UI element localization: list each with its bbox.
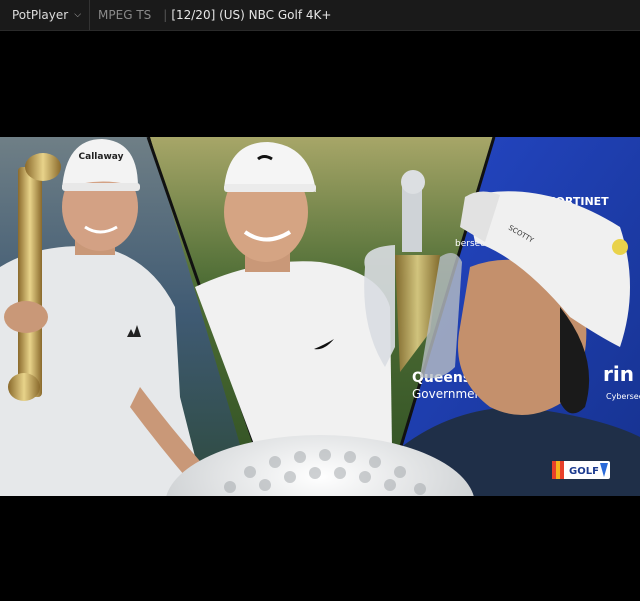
svg-text:Callaway: Callaway — [79, 152, 124, 162]
video-frame[interactable]: Callaway FORTINET bersecu Queensland Gov… — [0, 137, 640, 496]
title-bar: PotPlayer ⌵ MPEG TS | [12/20] (US) NBC G… — [0, 0, 640, 31]
format-label: MPEG TS — [98, 8, 152, 22]
app-menu-button[interactable]: PotPlayer ⌵ — [0, 0, 89, 30]
svg-text:Cybersec: Cybersec — [606, 392, 640, 401]
chevron-down-icon: ⌵ — [74, 10, 82, 20]
file-title: [12/20] (US) NBC Golf 4K+ — [171, 8, 332, 22]
svg-text:GOLF: GOLF — [569, 466, 599, 477]
video-content: Callaway FORTINET bersecu Queensland Gov… — [0, 137, 640, 496]
svg-text:rin: rin — [603, 362, 634, 386]
app-name: PotPlayer — [12, 8, 69, 22]
network-logo: GOLF — [552, 461, 610, 479]
title-separator: | — [163, 8, 168, 22]
